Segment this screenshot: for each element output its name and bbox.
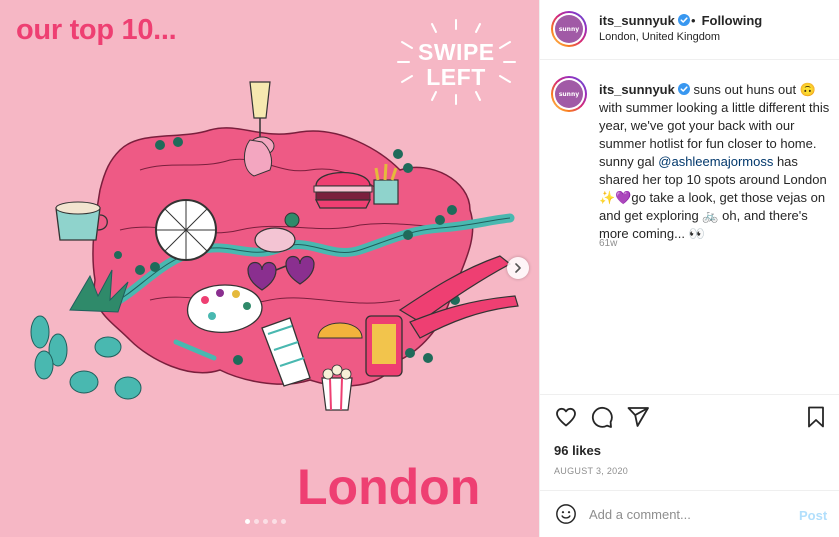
post-image[interactable]: our top 10... SWIPE LEFT London: [0, 0, 539, 537]
emoji-button[interactable]: [555, 503, 577, 525]
carousel-indicator: [245, 519, 286, 524]
avatar-logo: sunny: [555, 15, 583, 43]
carousel-dot: [263, 519, 268, 524]
caption-mention[interactable]: @ashleemajormoss: [658, 154, 773, 169]
post-actions: 96 likes AUGUST 3, 2020: [540, 394, 839, 490]
like-button[interactable]: [554, 405, 578, 429]
paper-plane-icon: [627, 407, 649, 427]
caption-avatar[interactable]: sunny: [551, 76, 587, 112]
bookmark-icon: [808, 406, 824, 428]
image-title: our top 10...: [16, 14, 177, 46]
caption-text: its_sunnyuk suns out huns out 🙃 with sum…: [599, 81, 831, 243]
comment-input[interactable]: [589, 502, 789, 526]
caption-timestamp[interactable]: 61w: [599, 238, 617, 249]
london-map-illustration: [30, 81, 519, 411]
carousel-dot: [281, 519, 286, 524]
avatar-logo: sunny: [555, 80, 583, 108]
post-header: sunny its_sunnyuk • Following London, Uni…: [540, 0, 839, 60]
verified-badge-icon: [677, 14, 690, 26]
caption-section: sunny its_sunnyuk suns out huns out 🙃 wi…: [540, 61, 839, 394]
smiley-icon: [556, 504, 576, 524]
header-username[interactable]: its_sunnyuk: [599, 13, 690, 28]
caption-username[interactable]: its_sunnyuk: [599, 82, 675, 97]
comment-button[interactable]: [590, 405, 614, 429]
post-comment-button[interactable]: Post: [799, 508, 827, 523]
comment-form: Post: [540, 490, 839, 537]
following-label[interactable]: Following: [702, 13, 763, 28]
following-button[interactable]: • Following: [691, 13, 762, 28]
post-date: AUGUST 3, 2020: [554, 466, 629, 476]
image-city-title: London: [297, 459, 481, 515]
carousel-next-button[interactable]: [507, 257, 529, 279]
chevron-right-icon: [515, 263, 521, 273]
carousel-dot: [272, 519, 277, 524]
comment-bubble-icon: [591, 406, 613, 428]
likes-count[interactable]: 96 likes: [554, 443, 601, 458]
share-button[interactable]: [626, 405, 650, 429]
username-text[interactable]: its_sunnyuk: [599, 13, 675, 28]
verified-badge-icon: [677, 83, 690, 95]
post-sidebar: sunny its_sunnyuk • Following London, Uni…: [539, 0, 839, 537]
instagram-post: our top 10... SWIPE LEFT London sunny it…: [0, 0, 839, 537]
avatar[interactable]: sunny: [551, 11, 587, 47]
location-link[interactable]: London, United Kingdom: [599, 31, 720, 43]
carousel-dot: [254, 519, 259, 524]
heart-icon: [556, 407, 576, 427]
save-button[interactable]: [804, 405, 828, 429]
carousel-dot: [245, 519, 250, 524]
